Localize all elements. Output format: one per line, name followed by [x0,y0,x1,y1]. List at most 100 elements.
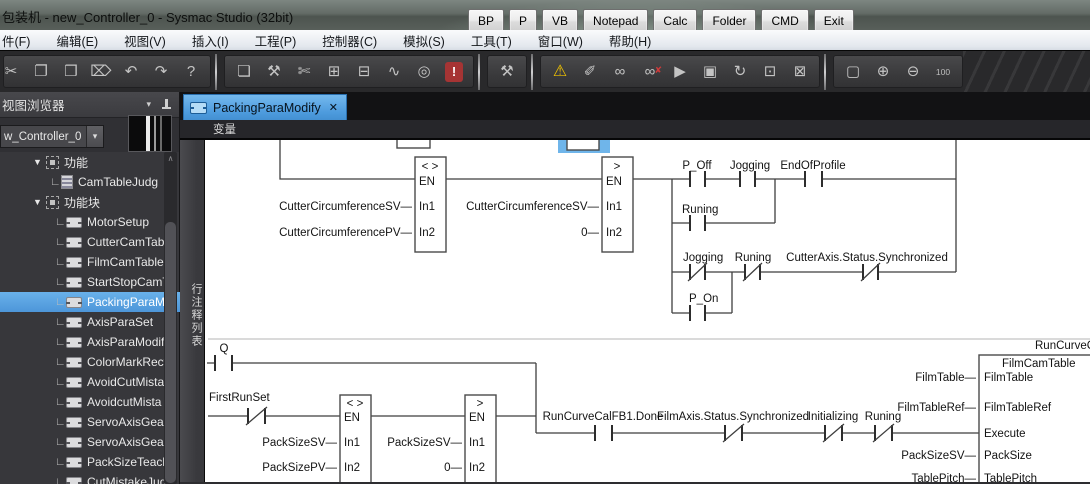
operand-label[interactable]: CutterCircumferenceSV— [279,201,412,213]
contact-label[interactable]: FilmAxis.Status.Synchronized [657,411,809,423]
compare-ne-block[interactable]: < > EN In1 In2 [340,395,371,482]
contact-label[interactable]: Q [220,343,229,355]
undo-icon[interactable]: ↶ [118,58,144,86]
search-icon[interactable]: ◎ [411,58,437,86]
help-icon[interactable]: ? [178,58,204,86]
menu-tools[interactable]: 工具(T) [458,31,525,50]
run-icon[interactable]: ▶ [667,58,693,86]
collapse-arrow-icon[interactable]: ▼ [33,157,46,167]
tree-item-avoidcutmistake1[interactable]: ∟ AvoidCutMista [0,372,180,392]
chevron-down-icon[interactable]: ▾ [138,99,159,110]
menu-controller[interactable]: 控制器(C) [309,31,390,50]
tree-item-colormarkrect[interactable]: ∟ ColorMarkRect [0,352,180,372]
error-list-icon[interactable]: ! [445,62,463,82]
contact-label[interactable]: EndOfProfile [780,160,845,172]
menu-project[interactable]: 工程(P) [242,31,310,50]
contact-label[interactable]: Jogging [730,160,770,172]
online-monitor-icon[interactable]: ⊡ [757,58,783,86]
collapse-arrow-icon[interactable]: ▼ [33,197,46,207]
build-icon[interactable]: ⚒ [261,58,287,86]
zoom-out-icon[interactable]: ⊖ [900,58,926,86]
tree-item-axisparamodify[interactable]: ∟ AxisParaModif [0,332,180,352]
monitor-watch-icon[interactable]: ∞ [607,58,633,86]
contact-label[interactable]: Initializing [808,411,859,423]
delete-icon[interactable]: ⌦ [88,58,114,86]
operand-label[interactable]: PackSizeSV— [901,450,976,462]
operand-label[interactable]: TablePitch— [911,473,976,482]
contact-label[interactable]: P_Off [682,160,712,172]
operand-label[interactable]: 0— [444,462,462,474]
operand-label[interactable]: PackSizeSV— [387,437,462,449]
cut-icon[interactable]: ✂ [0,58,24,86]
chevron-down-icon[interactable]: ▾ [86,126,103,147]
tree-item-servoaxisgear1[interactable]: ∟ ServoAxisGearI [0,412,180,432]
tab-packingparamodify[interactable]: PackingParaModify ✕ [183,94,347,120]
menu-window[interactable]: 窗口(W) [525,31,596,50]
scrollbar-thumb[interactable] [165,222,176,483]
tree-group-function-blocks[interactable]: ▼ 功能块 [0,192,180,212]
transfer-icon[interactable]: ▣ [697,58,723,86]
menu-help[interactable]: 帮助(H) [596,31,664,50]
rebuild-icon[interactable]: ✄ [291,58,317,86]
controller-select[interactable]: w_Controller_0 ▾ [0,125,104,148]
operand-label[interactable]: FilmTableRef— [897,402,976,414]
tree-item-packsizeteach[interactable]: ∟ PackSizeTeach [0,452,180,472]
tree-scrollbar[interactable]: ∧ [164,152,177,484]
copy-icon[interactable]: ❐ [28,58,54,86]
pin-icon[interactable] [159,98,173,112]
io-map-icon[interactable]: ⊟ [351,58,377,86]
menu-view[interactable]: 视图(V) [111,31,179,50]
scroll-up-icon[interactable]: ∧ [164,152,177,166]
tree-item-cutmistakejudge[interactable]: ∟ CutMistakeJud [0,472,180,484]
close-icon[interactable]: ✕ [327,101,338,114]
warning-icon[interactable]: ⚠ [547,58,573,86]
variables-bar[interactable]: 变量 [180,120,1090,140]
compare-icon[interactable]: ✐ [577,58,603,86]
menu-simulation[interactable]: 模拟(S) [390,31,458,50]
tree-item-packingparamodify[interactable]: ∟ PackingParaM [0,292,180,312]
contact-label[interactable]: Runing [865,411,901,423]
edit-tool-icon[interactable]: ⚒ [494,58,520,86]
filmcamtable-fb-block[interactable]: RunCurveC FilmCamTable FilmTable FilmTab… [979,340,1090,482]
contact-label[interactable]: CutterAxis.Status.Synchronized [786,252,948,264]
redo-icon[interactable]: ↷ [148,58,174,86]
tree-item-startstopcam[interactable]: ∟ StartStopCamT [0,272,180,292]
tree-group-functions[interactable]: ▼ 功能 [0,152,180,172]
tree-item-camtablejudge[interactable]: ∟ CamTableJudg [0,172,180,192]
contact-label[interactable]: Runing [682,204,718,216]
fit-view-icon[interactable]: ▢ [840,58,866,86]
compare-gt-block[interactable]: > EN In1 In2 [602,157,633,252]
menu-file[interactable]: 件(F) [0,31,43,50]
tab-row-comment-list[interactable]: 行注释列表 [180,140,205,482]
contact-label[interactable]: P_On [689,293,718,305]
operand-label[interactable]: PackSizeSV— [262,437,337,449]
contact-label[interactable]: Runing [735,252,771,264]
contact-label[interactable]: FirstRunSet [209,392,271,404]
operand-label[interactable]: CutterCircumferencePV— [279,227,412,239]
contact-label[interactable]: Jogging [683,252,723,264]
contact-bars[interactable] [215,355,892,441]
cascade-window-icon[interactable]: ❏ [231,58,257,86]
tree-item-motorsetup[interactable]: ∟ MotorSetup [0,212,180,232]
paste-icon[interactable]: ❒ [58,58,84,86]
cam-profile-icon[interactable]: ∿ [381,58,407,86]
menu-edit[interactable]: 编辑(E) [43,31,111,50]
tree-item-servoaxisgear2[interactable]: ∟ ServoAxisGeart [0,432,180,452]
compare-gt-block[interactable]: > EN In1 In2 [465,395,496,482]
tree-item-cuttercamtable[interactable]: ∟ CutterCamTabl [0,232,180,252]
operand-label[interactable]: FilmTable— [915,372,976,384]
tree-item-avoidcutmistake2[interactable]: ∟ AvoidcutMista [0,392,180,412]
sync-icon[interactable]: ↻ [727,58,753,86]
watch-table-icon[interactable]: ⊞ [321,58,347,86]
operand-label[interactable]: 0— [581,227,599,239]
zoom-100-icon[interactable]: 100 [930,58,956,86]
operand-label[interactable]: CutterCircumferenceSV— [466,201,599,213]
contact-label[interactable]: RunCurveCalFB1.Done [543,411,664,423]
ladder-canvas[interactable]: < > EN In1 In2 CutterCircumferenceSV— Cu… [205,140,1090,482]
selected-partial-element[interactable] [567,140,599,150]
zoom-in-icon[interactable]: ⊕ [870,58,896,86]
tree-item-filmcamtable[interactable]: ∟ FilmCamTable( [0,252,180,272]
menu-insert[interactable]: 插入(I) [179,31,242,50]
operand-label[interactable]: PackSizePV— [262,462,337,474]
tree-item-axisparaset[interactable]: ∟ AxisParaSet [0,312,180,332]
